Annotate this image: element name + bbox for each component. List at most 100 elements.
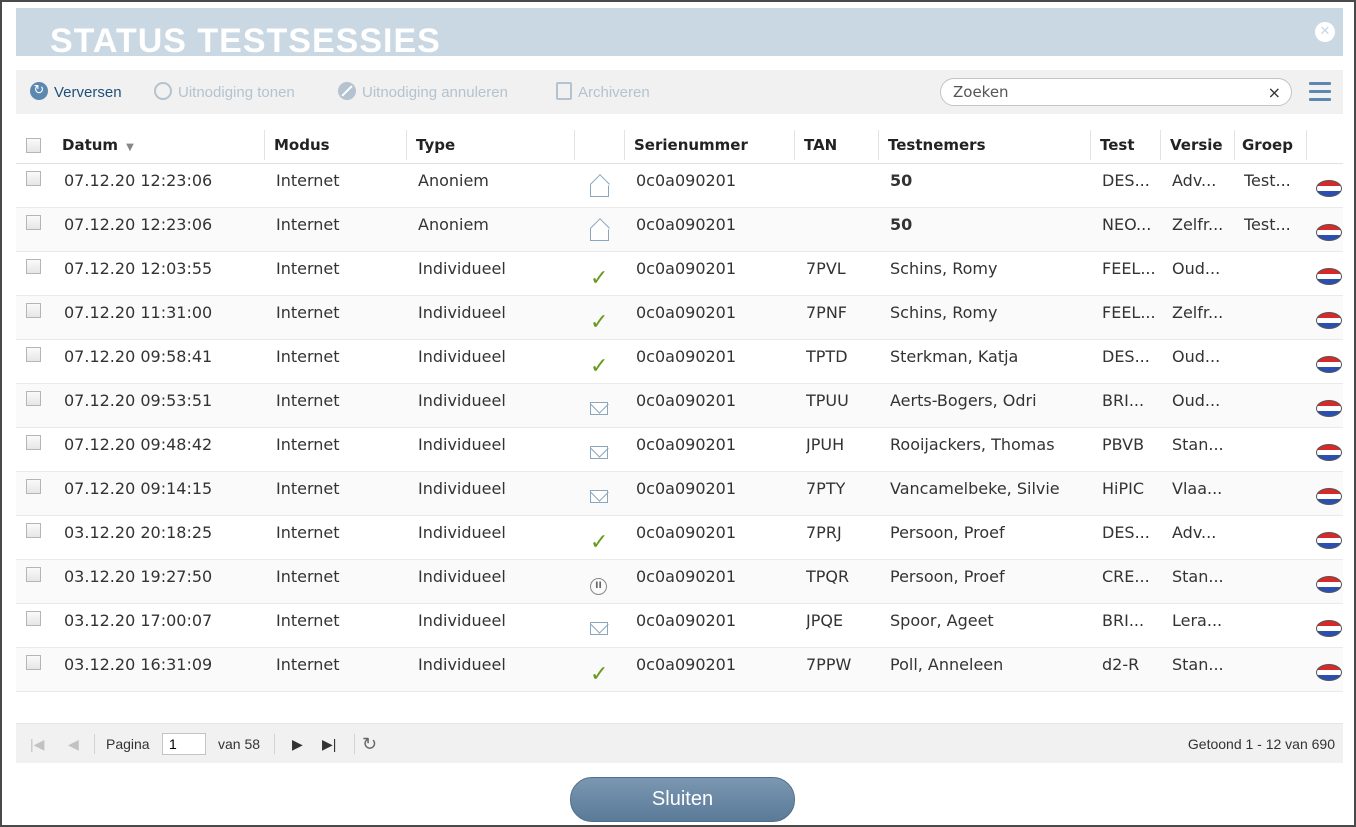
dutch-flag-icon [1316,532,1342,549]
close-icon[interactable]: ✕ [1315,22,1335,42]
archive-button[interactable]: Archiveren [556,82,650,102]
next-page-icon[interactable]: ▶ [292,724,303,764]
row-checkbox[interactable] [26,479,41,494]
cell-type: Anoniem [418,215,489,234]
row-checkbox[interactable] [26,347,41,362]
dutch-flag-icon [1316,312,1342,329]
toolbar: Verversen Uitnodiging tonen Uitnodiging … [16,70,1343,114]
cell-test: HiPIC [1102,479,1145,498]
search-input[interactable] [953,82,1253,102]
prev-page-icon[interactable]: ◀ [68,724,79,764]
row-checkbox[interactable] [26,611,41,626]
title-bar: STATUS TESTSESSIES ✕ [16,8,1343,56]
col-header-groep[interactable]: Groep [1242,126,1293,164]
cell-versie: Vlaa... [1172,479,1223,498]
table-row[interactable]: 03.12.20 17:00:07 Internet Individueel 0c0a… [16,604,1343,648]
cell-tan: JPQE [806,611,844,630]
cell-versie: Lera... [1172,611,1223,630]
table-row[interactable]: 03.12.20 19:27:50 Internet Individueel 0c0a… [16,560,1343,604]
row-checkbox[interactable] [26,259,41,274]
pagination-bar: |◀ ◀ Pagina van 58 ▶ ▶| ↻ Getoond 1 - 12… [16,723,1343,763]
close-button[interactable]: Sluiten [570,777,795,822]
cancel-invitation-button[interactable]: Uitnodiging annuleren [338,82,508,102]
cell-test: PBVB [1102,435,1145,454]
show-invitation-button[interactable]: Uitnodiging tonen [154,82,295,102]
table-row[interactable]: 07.12.20 11:31:00 Internet Individueel 0c0a… [16,296,1343,340]
page-number-input[interactable] [162,733,206,755]
row-checkbox[interactable] [26,523,41,538]
cell-serie: 0c0a090201 [636,215,737,234]
cell-testnemers: Persoon, Proef [890,567,1005,586]
table-row[interactable]: 07.12.20 09:53:51 Internet Individueel 0c0a… [16,384,1343,428]
table-row[interactable]: 03.12.20 20:18:25 Internet Individueel 0c0a… [16,516,1343,560]
last-page-icon[interactable]: ▶| [322,724,336,764]
envelope-icon [590,446,608,459]
row-checkbox[interactable] [26,215,41,230]
sort-desc-icon: ▼ [126,142,134,153]
row-checkbox[interactable] [26,391,41,406]
page-label: Pagina [106,736,150,752]
cell-testnemers: Aerts-Bogers, Odri [890,391,1037,410]
cell-type: Individueel [418,523,506,542]
cell-tan: TPQR [806,567,850,586]
search-clear-icon[interactable]: × [1268,83,1281,103]
cell-type: Individueel [418,435,506,454]
first-page-icon[interactable]: |◀ [30,724,44,764]
cell-modus: Internet [276,611,340,630]
cell-tan: 7PRJ [806,523,842,542]
select-all-checkbox[interactable] [26,138,41,153]
cell-testnemers: 50 [890,171,913,190]
row-checkbox[interactable] [26,655,41,670]
column-menu-icon[interactable] [1309,82,1331,101]
cell-versie: Oud... [1172,391,1221,410]
dutch-flag-icon [1316,356,1342,373]
reload-icon[interactable]: ↻ [362,724,377,764]
cell-datum: 07.12.20 09:53:51 [64,391,213,410]
cell-test: NEO... [1102,215,1152,234]
open-envelope-icon [590,228,609,241]
pagination-info: Getoond 1 - 12 van 690 [1187,736,1335,752]
cell-groep: Test... [1244,215,1291,234]
table-row[interactable]: 03.12.20 16:31:09 Internet Individueel 0c0a… [16,648,1343,692]
cell-datum: 07.12.20 09:58:41 [64,347,213,366]
cell-serie: 0c0a090201 [636,523,737,542]
table-row[interactable]: 07.12.20 12:23:06 Internet Anoniem 0c0a0902… [16,164,1343,208]
completed-check-icon: ✓ [590,354,609,379]
cell-datum: 07.12.20 11:31:00 [64,303,213,322]
table-body: 07.12.20 12:23:06 Internet Anoniem 0c0a0902… [16,164,1343,692]
col-header-serienummer[interactable]: Serienummer [634,126,748,164]
table-row[interactable]: 07.12.20 09:58:41 Internet Individueel 0c0a… [16,340,1343,384]
archive-label: Archiveren [578,84,650,101]
cell-testnemers: Sterkman, Katja [890,347,1019,366]
completed-check-icon: ✓ [590,530,609,555]
col-header-type[interactable]: Type [416,126,455,164]
cell-type: Individueel [418,303,506,322]
envelope-icon [590,622,608,635]
col-header-datum[interactable]: Datum ▼ [62,126,134,164]
col-header-test[interactable]: Test [1100,126,1135,164]
refresh-button[interactable]: Verversen [30,81,122,102]
show-invitation-label: Uitnodiging tonen [178,84,295,101]
table-row[interactable]: 07.12.20 12:23:06 Internet Anoniem 0c0a0902… [16,208,1343,252]
cell-type: Individueel [418,567,506,586]
row-checkbox[interactable] [26,435,41,450]
col-header-versie[interactable]: Versie [1170,126,1223,164]
table-row[interactable]: 07.12.20 09:14:15 Internet Individueel 0c0a… [16,472,1343,516]
cell-serie: 0c0a090201 [636,479,737,498]
dutch-flag-icon [1316,664,1342,681]
col-header-modus[interactable]: Modus [274,126,330,164]
row-checkbox[interactable] [26,567,41,582]
table-row[interactable]: 07.12.20 12:03:55 Internet Individueel 0c0a… [16,252,1343,296]
sessions-table: Datum ▼ Modus Type Serienummer TAN Testne… [16,126,1343,692]
row-checkbox[interactable] [26,303,41,318]
cell-modus: Internet [276,171,340,190]
cell-tan: TPTD [806,347,848,366]
cell-test: BRI... [1102,611,1145,630]
col-header-tan[interactable]: TAN [804,126,837,164]
dutch-flag-icon [1316,576,1342,593]
row-checkbox[interactable] [26,171,41,186]
cell-tan: 7PPW [806,655,852,674]
cell-datum: 03.12.20 16:31:09 [64,655,213,674]
col-header-testnemers[interactable]: Testnemers [888,126,986,164]
table-row[interactable]: 07.12.20 09:48:42 Internet Individueel 0c0a… [16,428,1343,472]
